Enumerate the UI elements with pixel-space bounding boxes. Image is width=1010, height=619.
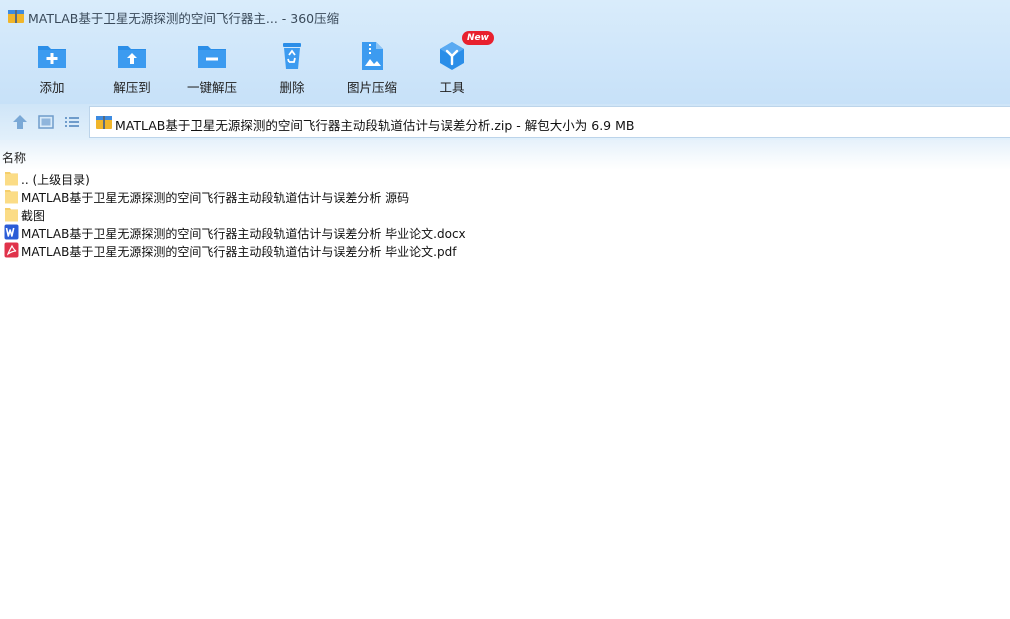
zip-archive-icon (96, 116, 112, 129)
list-item[interactable]: MATLAB基于卫星无源探测的空间飞行器主动段轨道估计与误差分析 毕业论文.do… (0, 223, 1010, 241)
image-compress-button[interactable]: 图片压缩 (332, 36, 412, 102)
list-item[interactable]: MATLAB基于卫星无源探测的空间飞行器主动段轨道估计与误差分析 源码 (0, 187, 1010, 205)
titlebar[interactable]: MATLAB基于卫星无源探测的空间飞行器主... - 360压缩 (0, 0, 1010, 32)
recycle-bin-icon (283, 43, 301, 69)
address-bar[interactable]: MATLAB基于卫星无源探测的空间飞行器主动段轨道估计与误差分析.zip - 解… (89, 106, 1010, 138)
file-name: .. (上级目录) (21, 173, 90, 187)
delete-button[interactable]: 删除 (252, 36, 332, 102)
one-click-extract-label: 一键解压 (186, 80, 237, 95)
list-item[interactable]: 截图 (0, 205, 1010, 223)
tools-icon (440, 42, 464, 70)
add-folder-icon (38, 46, 66, 68)
image-compress-icon (362, 42, 383, 70)
file-name: MATLAB基于卫星无源探测的空间飞行器主动段轨道估计与误差分析 毕业论文.do… (21, 227, 466, 241)
address-row: MATLAB基于卫星无源探测的空间飞行器主动段轨道估计与误差分析.zip - 解… (0, 104, 1010, 140)
folder-icon (5, 208, 18, 222)
folder-icon (5, 172, 18, 186)
extract-to-label: 解压到 (113, 80, 151, 95)
file-name: MATLAB基于卫星无源探测的空间飞行器主动段轨道估计与误差分析 源码 (21, 191, 410, 205)
window-chrome: MATLAB基于卫星无源探测的空间飞行器主... - 360压缩 添加 解压到 … (0, 0, 1010, 104)
delete-label: 删除 (279, 80, 305, 95)
list-header: 名称 (0, 140, 1010, 170)
file-rows: .. (上级目录) MATLAB基于卫星无源探测的空间飞行器主动段轨道估计与误差… (0, 169, 1010, 259)
tools-label: 工具 (439, 80, 465, 95)
extract-to-icon (118, 46, 146, 68)
toolbar: 添加 解压到 一键解压 删除 图片压缩 New 工具 (0, 31, 1010, 102)
tools-button[interactable]: New 工具 (412, 31, 494, 102)
list-item[interactable]: MATLAB基于卫星无源探测的空间飞行器主动段轨道估计与误差分析 毕业论文.pd… (0, 241, 1010, 259)
file-name: 截图 (21, 209, 46, 223)
word-document-icon (4, 224, 19, 240)
file-list: 名称 .. (上级目录) MATLAB基于卫星无源探测的空间飞行器主动段轨道估计… (0, 140, 1010, 619)
add-button[interactable]: 添加 (12, 36, 92, 102)
list-item[interactable]: .. (上级目录) (0, 169, 1010, 187)
add-label: 添加 (39, 80, 65, 95)
file-name: MATLAB基于卫星无源探测的空间飞行器主动段轨道估计与误差分析 毕业论文.pd… (21, 245, 457, 259)
one-click-extract-icon (198, 46, 226, 68)
image-compress-label: 图片压缩 (346, 80, 397, 95)
new-badge: New (462, 31, 494, 45)
list-view-icon[interactable] (63, 113, 81, 131)
archive-app-icon (8, 10, 24, 23)
column-header-name[interactable]: 名称 (2, 149, 26, 166)
one-click-extract-button[interactable]: 一键解压 (172, 36, 252, 102)
folder-icon (5, 190, 18, 204)
window-title: MATLAB基于卫星无源探测的空间飞行器主... - 360压缩 (28, 11, 340, 26)
thumbnail-view-icon[interactable] (37, 113, 55, 131)
up-arrow-icon[interactable] (11, 113, 29, 131)
pdf-document-icon (4, 242, 19, 258)
archive-window: MATLAB基于卫星无源探测的空间飞行器主... - 360压缩 添加 解压到 … (0, 0, 1010, 619)
extract-to-button[interactable]: 解压到 (92, 36, 172, 102)
address-path: MATLAB基于卫星无源探测的空间飞行器主动段轨道估计与误差分析.zip - 解… (115, 118, 635, 133)
